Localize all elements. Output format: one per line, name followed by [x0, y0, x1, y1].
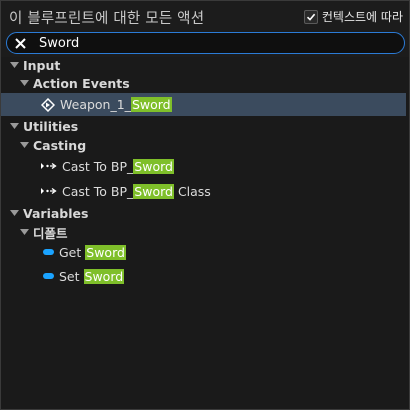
category-input[interactable]: Input [1, 57, 406, 73]
label-prefix: Set [59, 268, 80, 284]
label-prefix: Cast To BP_ [62, 158, 134, 174]
context-label: 컨텍스트에 따라 [321, 10, 403, 24]
cast-exec-icon [41, 161, 57, 171]
category-label: Utilities [23, 118, 79, 134]
triangle-down-icon [9, 208, 19, 218]
action-item-cast-sword-class[interactable]: Cast To BP_Sword Class [1, 180, 406, 202]
action-label: Get Sword [59, 244, 126, 260]
checkmark-icon [306, 13, 316, 21]
search-match-highlight: Sword [133, 183, 174, 199]
label-prefix: Get [59, 244, 82, 260]
triangle-down-icon [19, 227, 29, 237]
category-default[interactable]: 디폴트 [1, 222, 406, 242]
action-item-get-sword[interactable]: Get Sword [1, 241, 406, 263]
search-match-highlight: Sword [130, 97, 172, 112]
menu-header: 이 블루프린트에 대한 모든 액션 컨텍스트에 따라 [1, 1, 409, 31]
label-suffix: Class [177, 183, 211, 199]
search-box[interactable] [6, 32, 405, 54]
category-label: Input [23, 57, 61, 73]
action-item-set-sword[interactable]: Set Sword [1, 265, 406, 287]
category-label: Variables [23, 205, 89, 221]
action-label: Cast To BP_Sword Class [62, 183, 211, 199]
action-label: Cast To BP_Sword [62, 158, 174, 174]
category-utilities[interactable]: Utilities [1, 117, 406, 135]
action-item-cast-sword[interactable]: Cast To BP_Sword [1, 155, 406, 177]
triangle-down-icon [19, 78, 29, 88]
category-action-events[interactable]: Action Events [1, 74, 406, 92]
triangle-down-icon [9, 60, 19, 70]
event-diamond-icon [41, 97, 55, 112]
context-sensitive-toggle[interactable]: 컨텍스트에 따라 [303, 8, 403, 25]
variable-pill-icon [43, 273, 54, 279]
label-prefix: Cast To BP_ [62, 183, 134, 199]
menu-title: 이 블루프린트에 대한 모든 액션 [9, 11, 205, 27]
variable-pill-icon [43, 249, 54, 255]
search-match-highlight: Sword [83, 268, 125, 284]
action-tree: Input Action Events Weapon_1_Sword Utili… [1, 57, 409, 409]
clear-search-button[interactable] [7, 37, 33, 49]
category-label: Casting [33, 137, 87, 153]
category-label: 디폴트 [33, 225, 68, 241]
search-input[interactable] [33, 35, 369, 51]
category-variables[interactable]: Variables [1, 204, 406, 222]
action-item-weapon-sword[interactable]: Weapon_1_Sword [1, 93, 406, 116]
label-prefix: Weapon_1_ [60, 97, 131, 112]
search-match-highlight: Sword [133, 158, 174, 174]
action-menu-panel: 이 블루프린트에 대한 모든 액션 컨텍스트에 따라 Input [0, 0, 410, 410]
triangle-down-icon [9, 121, 19, 131]
action-label: Weapon_1_Sword [60, 97, 172, 112]
action-label: Set Sword [59, 268, 125, 284]
context-checkbox[interactable] [303, 9, 318, 24]
close-icon [14, 37, 26, 49]
triangle-down-icon [19, 140, 29, 150]
search-match-highlight: Sword [85, 244, 126, 260]
cast-exec-icon [41, 186, 57, 196]
category-casting[interactable]: Casting [1, 136, 406, 154]
category-label: Action Events [33, 75, 130, 91]
